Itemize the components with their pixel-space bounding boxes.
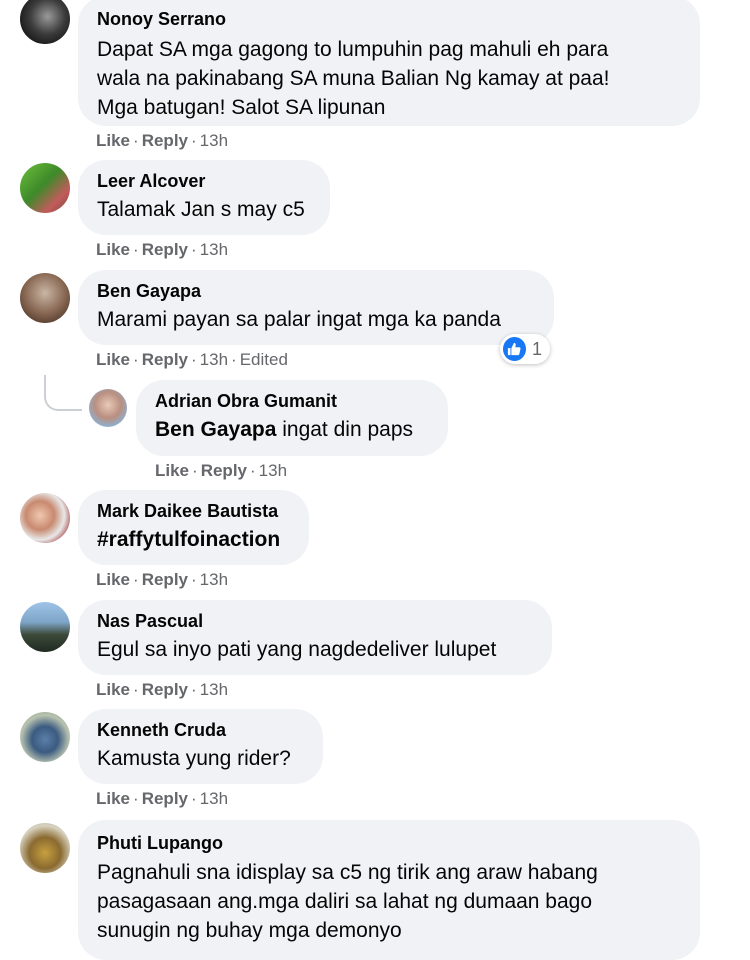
comment-bubble: Mark Daikee Bautista #raffytulfoinaction — [78, 490, 309, 565]
comment-author[interactable]: Leer Alcover — [97, 170, 310, 192]
avatar[interactable] — [20, 163, 70, 213]
like-button[interactable]: Like — [96, 680, 130, 699]
comment-actions: Like · Reply · 13h — [96, 680, 229, 699]
avatar[interactable] — [20, 712, 70, 762]
reply-button[interactable]: Reply — [142, 789, 188, 808]
comment-actions: Like · Reply · 13h — [96, 131, 229, 150]
comment-author[interactable]: Phuti Lupango — [97, 832, 680, 854]
comment-text: Talamak Jan s may c5 — [97, 198, 305, 221]
comments-thread: Nonoy Serrano Dapat SA mga gagong to lum… — [0, 0, 750, 960]
reply-thread-line — [44, 375, 82, 411]
comment-actions: Like · Reply · 13h — [96, 240, 229, 259]
like-button[interactable]: Like — [96, 240, 130, 259]
comment-author[interactable]: Adrian Obra Gumanit — [155, 390, 428, 412]
comment-author[interactable]: Nas Pascual — [97, 610, 532, 632]
comment-bubble: Adrian Obra Gumanit Ben Gayapa ingat din… — [136, 380, 448, 456]
comment-author[interactable]: Kenneth Cruda — [97, 719, 303, 741]
comment-timestamp[interactable]: 13h — [259, 461, 287, 480]
reply-button[interactable]: Reply — [142, 131, 188, 150]
like-button[interactable]: Like — [155, 461, 189, 480]
comment-text: Egul sa inyo pati yang nagdedeliver lulu… — [97, 638, 497, 661]
comment-author[interactable]: Ben Gayapa — [97, 280, 534, 302]
like-button[interactable]: Like — [96, 131, 130, 150]
comment-actions: Like · Reply · 13h — [155, 461, 288, 480]
reply-button[interactable]: Reply — [142, 680, 188, 699]
reply-button[interactable]: Reply — [142, 570, 188, 589]
comment-actions: Like · Reply · 13h · Edited — [96, 350, 288, 369]
mention-link[interactable]: Ben Gayapa — [155, 418, 276, 441]
avatar[interactable] — [20, 493, 70, 543]
comment-text: Ben Gayapa ingat din paps — [155, 415, 428, 444]
comment-timestamp[interactable]: 13h — [200, 350, 228, 369]
comment-bubble: Nonoy Serrano Dapat SA mga gagong to lum… — [78, 0, 700, 126]
comment-bubble: Leer Alcover Talamak Jan s may c5 — [78, 160, 330, 235]
comment-bubble: Phuti Lupango Pagnahuli sna idisplay sa … — [78, 820, 700, 960]
comment-actions: Like · Reply · 13h — [96, 789, 229, 808]
avatar[interactable] — [20, 823, 70, 873]
reaction-badge[interactable]: 1 — [500, 334, 550, 364]
comment-actions: Like · Reply · 13h — [96, 570, 229, 589]
avatar[interactable] — [89, 389, 127, 427]
like-button[interactable]: Like — [96, 789, 130, 808]
comment-timestamp[interactable]: 13h — [200, 240, 228, 259]
comment-text: Pagnahuli sna idisplay sa c5 ng tirik an… — [97, 861, 598, 942]
like-button[interactable]: Like — [96, 350, 130, 369]
comment-timestamp[interactable]: 13h — [200, 131, 228, 150]
avatar[interactable] — [20, 273, 70, 323]
edited-label[interactable]: Edited — [240, 350, 288, 369]
reply-button[interactable]: Reply — [142, 240, 188, 259]
reply-button[interactable]: Reply — [142, 350, 188, 369]
comment-bubble: Nas Pascual Egul sa inyo pati yang nagde… — [78, 600, 552, 675]
reply-text: ingat din paps — [276, 418, 413, 441]
comment-text: Marami payan sa palar ingat mga ka panda — [97, 308, 501, 331]
comment-author[interactable]: Mark Daikee Bautista — [97, 500, 289, 522]
thumbs-up-icon — [503, 337, 526, 361]
comment-timestamp[interactable]: 13h — [200, 680, 228, 699]
comment-text: Kamusta yung rider? — [97, 747, 291, 770]
comment-bubble: Ben Gayapa Marami payan sa palar ingat m… — [78, 270, 554, 345]
comment-author[interactable]: Nonoy Serrano — [97, 8, 680, 30]
reply-button[interactable]: Reply — [201, 461, 247, 480]
comment-text: Dapat SA mga gagong to lumpuhin pag mahu… — [97, 38, 610, 119]
comment-bubble: Kenneth Cruda Kamusta yung rider? — [78, 709, 323, 784]
avatar[interactable] — [20, 0, 70, 44]
comment-timestamp[interactable]: 13h — [200, 789, 228, 808]
reaction-count: 1 — [531, 338, 542, 359]
like-button[interactable]: Like — [96, 570, 130, 589]
comment-text[interactable]: #raffytulfoinaction — [97, 525, 289, 554]
avatar[interactable] — [20, 602, 70, 652]
comment-timestamp[interactable]: 13h — [200, 570, 228, 589]
